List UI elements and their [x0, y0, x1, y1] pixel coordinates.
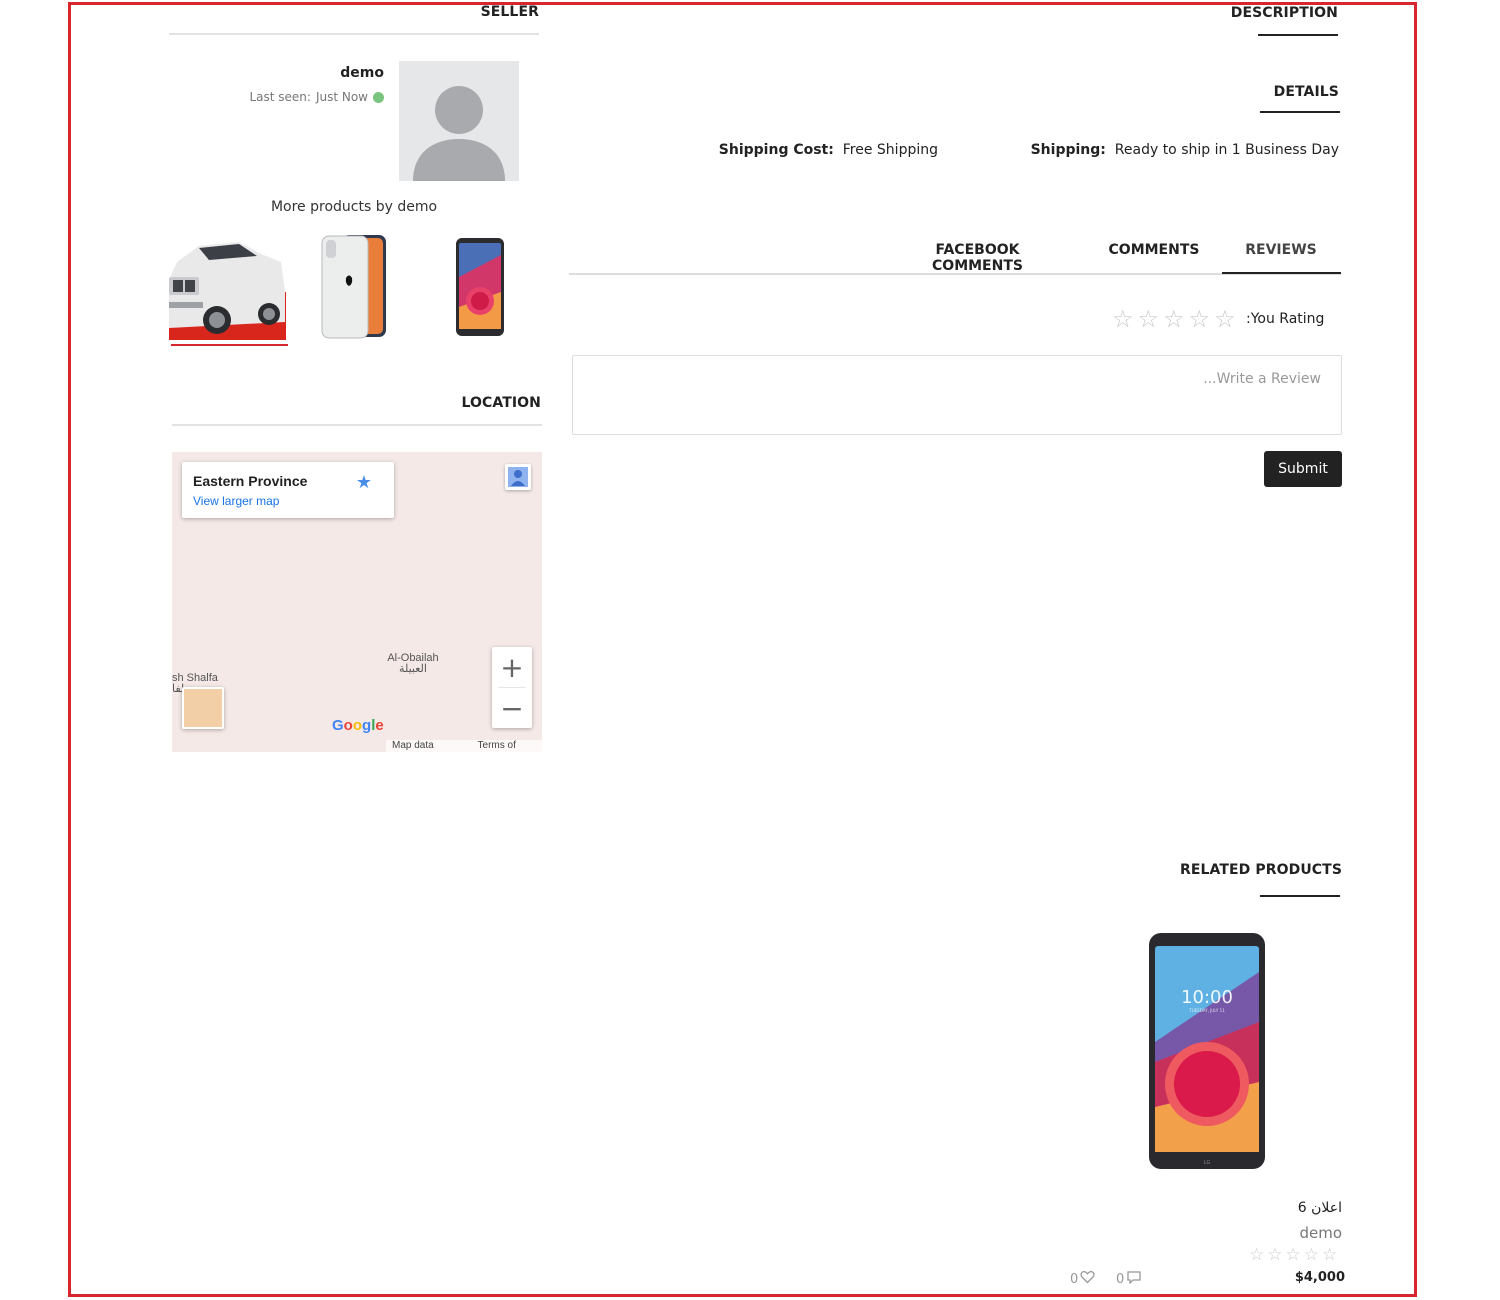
satellite-toggle-button[interactable]	[182, 687, 224, 729]
online-status-dot	[373, 91, 384, 103]
last-seen-label: Last seen:	[249, 90, 311, 104]
rating-label: :You Rating	[1246, 311, 1325, 327]
review-textarea[interactable]	[572, 355, 1342, 435]
seller-avatar[interactable]	[399, 61, 519, 181]
map-zoom-control: + −	[492, 647, 532, 728]
map-data-text: Map data ©2019	[392, 740, 434, 752]
svg-text:10:00: 10:00	[1181, 987, 1233, 1008]
map-label-city: Al-Obailah العبيلة	[387, 652, 439, 675]
lg-phone-image	[456, 238, 504, 336]
rating-star-icon[interactable]: ☆	[1138, 308, 1160, 332]
more-products-label: More products by demo	[270, 199, 438, 215]
tab-reviews-active-underline	[1222, 272, 1341, 274]
shipping-cost-value: Free Shipping	[842, 142, 938, 158]
details-heading: DETAILS	[1273, 84, 1339, 100]
tab-reviews[interactable]: REVIEWS	[1222, 242, 1340, 258]
zoom-in-button[interactable]: +	[492, 647, 532, 687]
rating-star-icon[interactable]: ☆	[1112, 308, 1134, 332]
google-map[interactable]: Eastern Province View larger map ★ Al-Ob…	[172, 452, 542, 752]
related-product-name[interactable]: اعلان 6	[1200, 1200, 1342, 1216]
likes-count: 0	[1070, 1271, 1079, 1287]
comments-counter[interactable]: 0	[1116, 1270, 1142, 1288]
save-star-icon[interactable]: ★	[356, 472, 372, 493]
seller-name[interactable]: demo	[260, 65, 384, 81]
street-view-pegman-icon[interactable]	[505, 464, 531, 490]
last-seen-value: Just Now	[315, 90, 368, 104]
google-logo: Google	[332, 717, 384, 734]
location-heading-rule	[172, 424, 542, 426]
location-heading: LOCATION	[461, 395, 541, 411]
user-silhouette-icon	[413, 86, 505, 181]
tab-comments[interactable]: COMMENTS	[1100, 242, 1208, 258]
zoom-out-button[interactable]: −	[492, 688, 532, 728]
seller-heading-rule	[169, 33, 539, 35]
svg-text:LG: LG	[1204, 1160, 1211, 1166]
description-heading: DESCRIPTION	[1230, 5, 1338, 21]
rating-star-icon[interactable]: ☆	[1214, 308, 1236, 332]
related-product-rating: ☆ ☆ ☆ ☆ ☆	[1249, 1246, 1337, 1263]
shipping-value: Ready to ship in 1 Business Day	[1114, 142, 1339, 158]
related-product-seller[interactable]: demo	[1200, 1224, 1342, 1242]
product-star-icon: ☆	[1303, 1245, 1319, 1264]
product-star-icon: ☆	[1249, 1245, 1265, 1264]
shipping-cost-label: Shipping Cost:	[718, 142, 834, 158]
rating-stars-input[interactable]: ☆ ☆ ☆ ☆ ☆	[1112, 308, 1236, 332]
product-star-icon: ☆	[1267, 1245, 1283, 1264]
car-image	[169, 242, 286, 340]
svg-text:TUESDAY, JULY 11: TUESDAY, JULY 11	[1188, 1008, 1225, 1013]
thumbnail-car[interactable]	[169, 232, 287, 344]
comment-icon[interactable]	[1126, 1270, 1142, 1288]
rating-star-icon[interactable]: ☆	[1163, 308, 1185, 332]
view-larger-map-link[interactable]: View larger map	[193, 494, 279, 508]
details-heading-underline	[1260, 111, 1340, 113]
shipping-cost: Shipping Cost: Free Shipping	[700, 142, 938, 158]
tab-facebook-comments[interactable]: FACEBOOK COMMENTS	[890, 242, 1065, 274]
map-place-name: Eastern Province	[193, 473, 308, 489]
seller-heading: SELLER	[480, 4, 539, 20]
submit-review-button[interactable]: Submit	[1264, 451, 1342, 487]
terms-of-use-link[interactable]: Terms of Use	[478, 740, 536, 752]
thumbnail-iphone[interactable]	[320, 234, 388, 340]
likes-counter[interactable]: 0	[1070, 1270, 1095, 1288]
lg-phone-large-image: 10:00 TUESDAY, JULY 11 LG	[1149, 933, 1265, 1169]
related-product-price: $4,000	[1294, 1270, 1345, 1285]
map-info-card: Eastern Province View larger map ★	[182, 462, 394, 518]
related-products-underline	[1260, 895, 1340, 897]
rating-star-icon[interactable]: ☆	[1189, 308, 1211, 332]
map-footer: Map data ©2019 Terms of Use	[386, 740, 542, 752]
shipping-time: Shipping: Ready to ship in 1 Business Da…	[1000, 142, 1339, 158]
heart-icon[interactable]	[1080, 1270, 1095, 1288]
related-products-heading: RELATED PRODUCTS	[1179, 862, 1342, 878]
product-star-icon: ☆	[1322, 1245, 1338, 1264]
thumbnail-lg-phone[interactable]	[454, 237, 506, 337]
iphone-image	[321, 235, 386, 339]
related-product-image[interactable]: 10:00 TUESDAY, JULY 11 LG	[1146, 932, 1268, 1172]
comments-count: 0	[1116, 1271, 1125, 1287]
last-seen: Last seen: Just Now	[240, 90, 384, 104]
thumbnail-active-underline	[171, 344, 288, 346]
product-star-icon: ☆	[1285, 1245, 1301, 1264]
shipping-label: Shipping:	[1030, 142, 1106, 158]
description-heading-underline	[1258, 34, 1338, 36]
